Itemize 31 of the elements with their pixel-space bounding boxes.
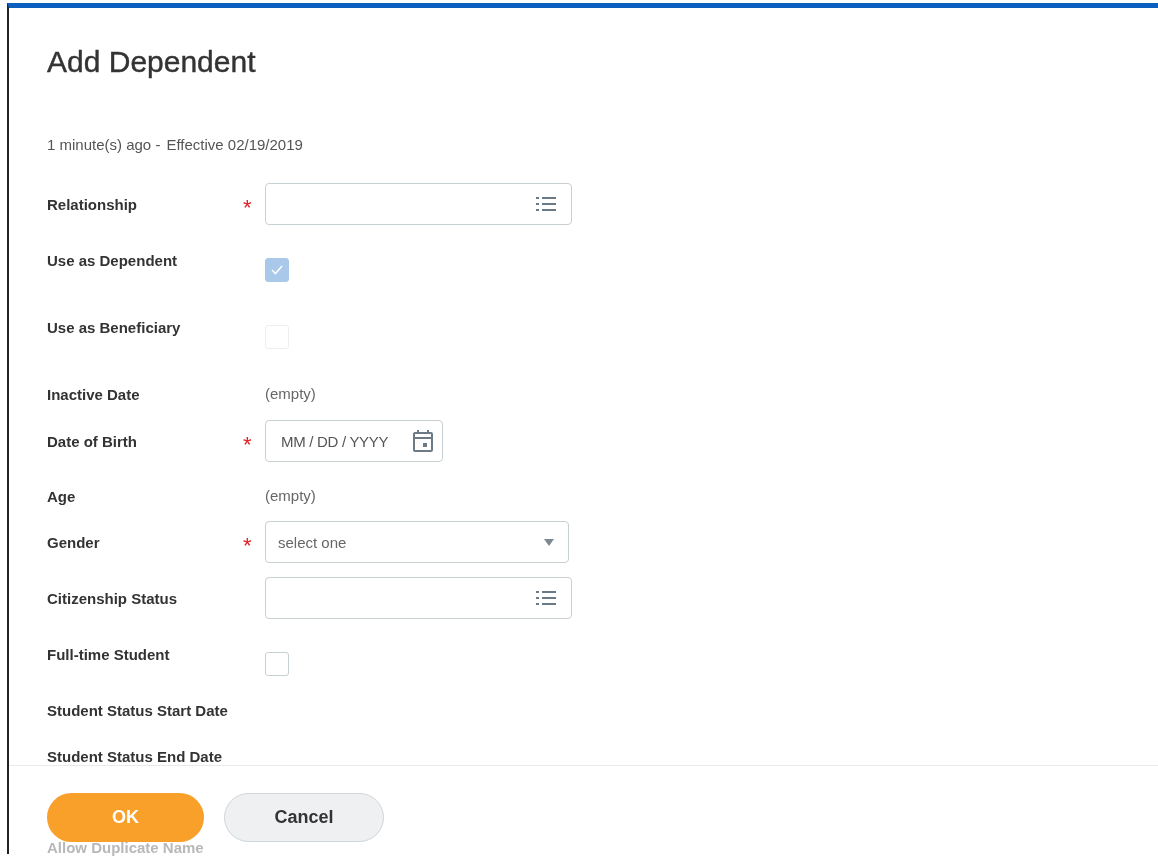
timestamp: 1 minute(s) ago - — [47, 136, 161, 154]
field-label: Age — [47, 487, 77, 505]
field-value: (empty) — [265, 487, 316, 504]
field-label: Allow Duplicate Name — [47, 840, 205, 855]
field-label: Relationship — [47, 195, 138, 213]
effective-date: Effective 02/19/2019 — [166, 136, 303, 154]
field-label: Student Status Start Date — [47, 701, 229, 719]
field-label: Use as Dependent — [47, 251, 179, 269]
field-label: Date of Birth — [47, 432, 138, 450]
required-mark: * — [243, 200, 252, 214]
required-mark: * — [243, 538, 252, 552]
field-label: Citizenship Status — [47, 589, 178, 607]
field-value: (empty) — [265, 385, 316, 402]
dialog-title: Add Dependent — [47, 44, 257, 80]
date-field[interactable]: MM / DD / YYYY — [265, 420, 443, 462]
field-label: Gender — [47, 533, 101, 551]
select-field[interactable] — [265, 183, 572, 225]
checkbox[interactable] — [265, 652, 289, 676]
field-label: Full-time Student — [47, 645, 171, 663]
field-label: Inactive Date — [47, 385, 141, 403]
caret-icon — [544, 538, 554, 546]
select-field[interactable] — [265, 577, 572, 619]
list-icon — [535, 196, 557, 212]
required-mark: * — [243, 437, 252, 451]
cancel-button[interactable]: Cancel — [224, 793, 384, 842]
field-label: Use as Beneficiary — [47, 318, 182, 336]
dropdown-field[interactable]: select one — [265, 521, 569, 563]
field-label: Student Status End Date — [47, 747, 223, 765]
calendar-icon — [412, 429, 434, 453]
check-icon — [270, 264, 284, 276]
list-icon — [535, 590, 557, 606]
